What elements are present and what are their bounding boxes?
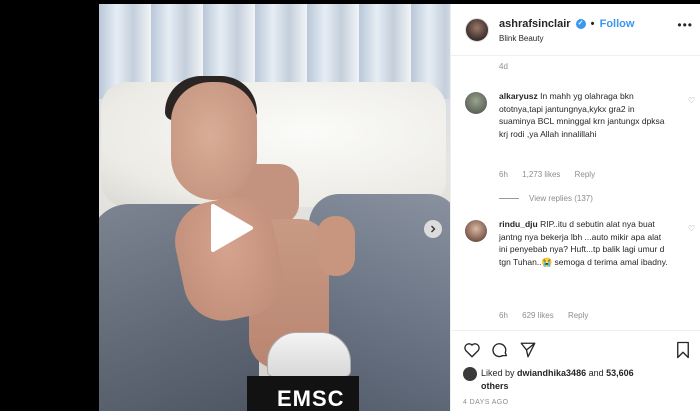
- verified-icon: ✓: [575, 19, 586, 30]
- post-header: ashrafsinclair ✓ • Follow Blink Beauty •…: [451, 4, 700, 56]
- post-video[interactable]: EMSC: [99, 4, 450, 411]
- play-icon[interactable]: [207, 202, 255, 254]
- comment-time: 6h: [499, 311, 508, 320]
- comment-body: alkaryusz In mahh yg olahraga bkn ototny…: [499, 90, 669, 140]
- comment-time: 6h: [499, 170, 508, 179]
- heart-icon[interactable]: ♡: [688, 96, 695, 105]
- right-hand: [317, 216, 355, 276]
- liked-by-text: Liked by dwiandhika3486 and 53,606 other…: [463, 367, 663, 392]
- ems-device: [267, 332, 351, 377]
- follow-button[interactable]: Follow: [600, 18, 635, 30]
- comment-meta: 6h 629 likes Reply: [499, 311, 600, 320]
- commenter-username[interactable]: alkaryusz: [499, 91, 538, 101]
- comment-body: rindu_dju RIP..itu d sebutin alat nya bu…: [499, 218, 669, 268]
- author-line: ashrafsinclair ✓ • Follow: [499, 18, 634, 30]
- view-replies-button[interactable]: View replies (137): [499, 194, 593, 203]
- share-icon[interactable]: [519, 341, 537, 359]
- commenter-avatar[interactable]: [465, 92, 487, 114]
- caption-time: 4d: [499, 62, 508, 71]
- author-username[interactable]: ashrafsinclair: [499, 18, 571, 30]
- comment-icon[interactable]: [491, 341, 509, 359]
- liker-avatar[interactable]: [463, 367, 477, 381]
- face: [171, 82, 257, 200]
- next-media-button[interactable]: [424, 220, 442, 238]
- liked-by-prefix: Liked by: [481, 368, 515, 378]
- instagram-post-viewer: EMSC ashrafsinclair ✓ • Follow Blink Bea…: [0, 0, 700, 411]
- comment-likes[interactable]: 629 likes: [522, 311, 554, 320]
- device-label: EMSC: [247, 376, 359, 411]
- post-location[interactable]: Blink Beauty: [499, 34, 543, 43]
- heart-icon[interactable]: ♡: [688, 224, 695, 233]
- post-date[interactable]: 4 DAYS AGO: [463, 399, 509, 406]
- view-replies-label: View replies (137): [529, 194, 593, 203]
- action-icons: [463, 341, 537, 359]
- comment-item: rindu_dju RIP..itu d sebutin alat nya bu…: [465, 218, 695, 328]
- reply-button[interactable]: Reply: [575, 170, 595, 179]
- commenter-username[interactable]: rindu_dju: [499, 219, 538, 229]
- bookmark-icon: [677, 341, 689, 359]
- reply-button[interactable]: Reply: [568, 311, 588, 320]
- comment-likes[interactable]: 1,273 likes: [522, 170, 560, 179]
- author-avatar[interactable]: [465, 18, 489, 42]
- liker-username[interactable]: dwiandhika3486: [517, 368, 586, 378]
- more-icon[interactable]: •••: [677, 18, 693, 32]
- bookmark-button[interactable]: [675, 341, 691, 359]
- liked-by-and: and: [588, 368, 604, 378]
- heart-icon[interactable]: [463, 341, 481, 359]
- liked-by: Liked by dwiandhika3486 and 53,606 other…: [463, 367, 663, 392]
- separator-dot: •: [590, 18, 595, 30]
- comment-meta: 6h 1,273 likes Reply: [499, 170, 607, 179]
- chevron-right-icon: [431, 225, 436, 233]
- comment-item: alkaryusz In mahh yg olahraga bkn ototny…: [465, 90, 695, 190]
- commenter-avatar[interactable]: [465, 220, 487, 242]
- post-sidebar: ashrafsinclair ✓ • Follow Blink Beauty •…: [450, 4, 700, 411]
- replies-divider: [499, 198, 519, 200]
- post-actions: Liked by dwiandhika3486 and 53,606 other…: [451, 330, 700, 411]
